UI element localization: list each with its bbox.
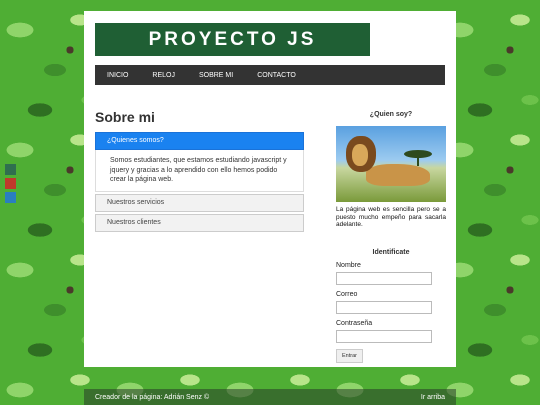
main-nav: INICIO RELOJ SOBRE MI CONTACTO [95, 65, 445, 85]
site-logo[interactable]: PROYECTO JS [95, 23, 370, 56]
back-to-top-link[interactable]: Ir arriba [421, 394, 445, 401]
page-title: Sobre mi [95, 109, 155, 125]
login-title: Identificate [372, 248, 410, 256]
password-label: Contraseña [336, 319, 373, 327]
lion-body-shape [366, 164, 430, 186]
theme-green-swatch[interactable] [5, 164, 16, 175]
accordion-header-clientes[interactable]: Nuestros clientes [95, 213, 304, 232]
email-field[interactable] [336, 300, 432, 314]
theme-red-swatch[interactable] [5, 178, 16, 189]
nav-item-contacto[interactable]: CONTACTO [245, 72, 308, 79]
tree-trunk-shape [417, 156, 419, 166]
theme-switcher [5, 164, 16, 206]
page-container: PROYECTO JS INICIO RELOJ SOBRE MI CONTAC… [84, 11, 456, 367]
theme-blue-swatch[interactable] [5, 192, 16, 203]
email-label: Correo [336, 290, 358, 298]
lion-face-shape [352, 144, 368, 166]
accordion: ¿Quienes somos? Somos estudiantes, que e… [95, 132, 304, 234]
about-text: La página web es sencilla pero se a pues… [336, 206, 446, 228]
accordion-panel-quienes-somos: Somos estudiantes, que estamos estudiand… [95, 150, 304, 192]
footer-credit: Creador de la página: Adrián Senz © [95, 394, 210, 401]
footer: Creador de la página: Adrián Senz © Ir a… [84, 389, 456, 405]
lion-image [336, 126, 446, 202]
name-label: Nombre [336, 261, 361, 269]
nav-item-reloj[interactable]: RELOJ [140, 72, 187, 79]
accordion-header-servicios[interactable]: Nuestros servicios [95, 193, 304, 212]
password-field[interactable] [336, 329, 432, 343]
sidebar: ¿Quien soy? La página web es sencilla pe… [336, 111, 446, 363]
nav-item-sobre-mi[interactable]: SOBRE MI [187, 72, 245, 79]
name-field[interactable] [336, 271, 432, 285]
login-submit-button[interactable]: Entrar [336, 348, 363, 363]
nav-item-inicio[interactable]: INICIO [95, 72, 140, 79]
accordion-header-quienes-somos[interactable]: ¿Quienes somos? [95, 132, 304, 150]
about-title: ¿Quien soy? [369, 111, 413, 118]
